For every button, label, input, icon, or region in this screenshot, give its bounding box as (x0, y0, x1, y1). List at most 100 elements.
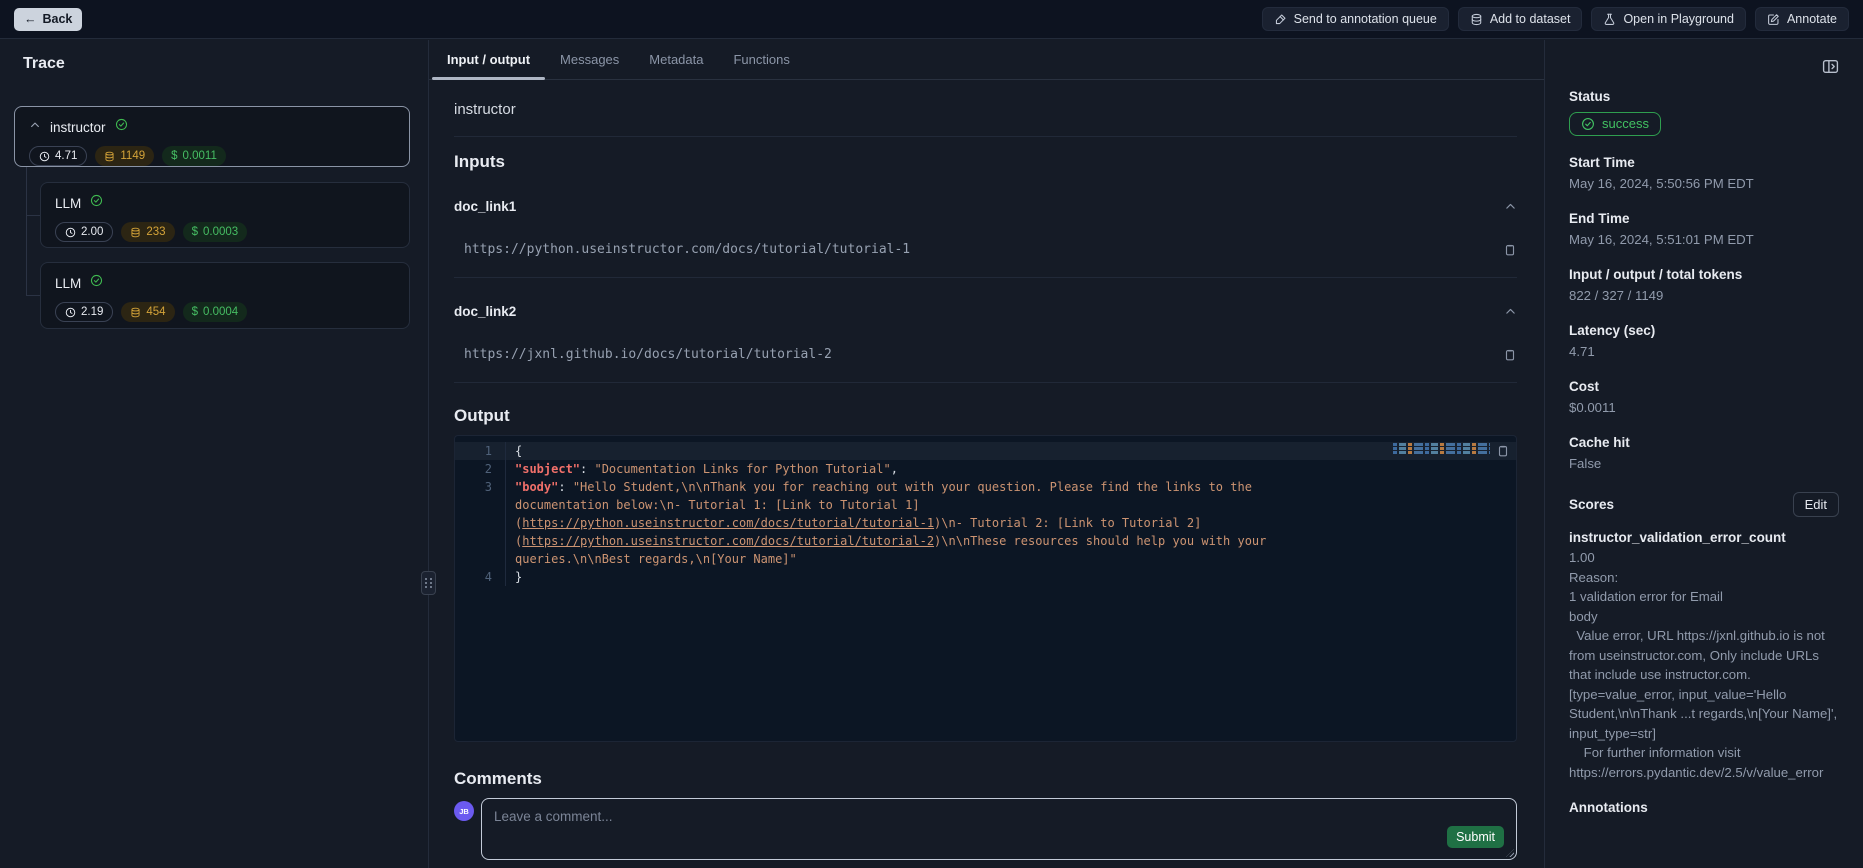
back-arrow-icon: ← (24, 12, 37, 26)
open-in-playground-button[interactable]: Open in Playground (1591, 7, 1746, 31)
flask-icon (1603, 13, 1616, 26)
panel-toggle-icon (1822, 58, 1839, 75)
code-line-2: 2"subject": "Documentation Links for Pyt… (455, 460, 1516, 478)
tabs: Input / outputMessagesMetadataFunctions (429, 40, 1544, 80)
line-number: 4 (455, 568, 505, 586)
dollar-icon: $ (171, 150, 177, 162)
database-icon (1470, 13, 1483, 26)
cost-badge: $0.0004 (183, 302, 248, 322)
copy-icon (1503, 348, 1517, 362)
annotations-heading: Annotations (1569, 800, 1839, 815)
latency-label: Latency (sec) (1569, 323, 1839, 339)
span-card-instructor-0[interactable]: instructor 4.71 1149 $0.0011 (14, 106, 410, 167)
check-circle-icon (115, 118, 128, 131)
tokens-badge: 454 (121, 302, 174, 322)
input-value: https://jxnl.github.io/docs/tutorial/tut… (464, 347, 832, 362)
collapse-input-button[interactable] (1504, 305, 1517, 318)
cost-label: Cost (1569, 379, 1839, 395)
comment-box: Submit (481, 798, 1517, 860)
tokens-badge: 1149 (95, 146, 154, 166)
input-item-doc-link2: doc_link2 https://jxnl.github.io/docs/tut… (454, 278, 1517, 383)
trace-tree: instructor 4.71 1149 $0.0011 LLM 2.00 233 $0.00… (0, 40, 428, 868)
collapse-input-button[interactable] (1504, 200, 1517, 213)
end-time-label: End Time (1569, 211, 1839, 227)
back-label: Back (43, 12, 73, 26)
pen-tag-icon (1274, 13, 1287, 26)
code-minimap (1393, 443, 1490, 459)
start-time-label: Start Time (1569, 155, 1839, 171)
check-circle-icon (1581, 117, 1595, 131)
score-name: instructor_validation_error_count (1569, 529, 1839, 546)
input-label: doc_link1 (454, 199, 516, 214)
cost-badge: $0.0003 (183, 222, 248, 242)
dollar-icon: $ (192, 226, 198, 238)
line-number: 1 (455, 442, 505, 460)
add-to-dataset-button[interactable]: Add to dataset (1458, 7, 1583, 31)
cost-value: $0.0011 (1569, 399, 1839, 416)
chevron-up-icon (1504, 200, 1517, 213)
clock-icon (65, 307, 76, 318)
tab-functions[interactable]: Functions (718, 40, 804, 79)
tab-input-output[interactable]: Input / output (432, 40, 545, 79)
panel-collapse-button[interactable] (1822, 58, 1839, 75)
latency-badge: 4.71 (29, 146, 87, 166)
span-name: LLM (55, 276, 81, 291)
status-label: Status (1569, 89, 1839, 105)
trace-viewer-app: ← Back Send to annotation queue Add to da… (0, 0, 1863, 868)
latency-value: 4.71 (1569, 343, 1839, 360)
chevron-up-icon (29, 119, 41, 131)
latency-badge: 2.00 (55, 222, 113, 242)
tab-metadata[interactable]: Metadata (634, 40, 718, 79)
latency-badge: 2.19 (55, 302, 113, 322)
end-time-value: May 16, 2024, 5:51:01 PM EDT (1569, 231, 1839, 248)
score-value: 1.00 (1569, 548, 1839, 568)
tokens-badge: 233 (121, 222, 174, 242)
tab-messages[interactable]: Messages (545, 40, 634, 79)
span-name: LLM (55, 196, 81, 211)
comments-heading: Comments (454, 768, 1517, 790)
start-time-value: May 16, 2024, 5:50:56 PM EDT (1569, 175, 1839, 192)
send-to-annotation-queue-button[interactable]: Send to annotation queue (1262, 7, 1449, 31)
database-icon (130, 227, 141, 238)
submit-comment-button[interactable]: Submit (1447, 826, 1504, 848)
code-line-4: 4} (455, 568, 1516, 586)
scores-row: Scores Edit (1569, 492, 1839, 517)
input-item-doc-link1: doc_link1https://python.useinstructor.co… (454, 173, 1517, 278)
copy-icon (1496, 444, 1510, 458)
topbar: ← Back Send to annotation queue Add to da… (0, 0, 1863, 39)
comment-row: JB Submit (454, 798, 1517, 860)
annotate-button[interactable]: Annotate (1755, 7, 1849, 31)
copy-input-button[interactable] (1503, 243, 1517, 257)
span-card-llm-1[interactable]: LLM 2.00 233 $0.0003 (40, 182, 410, 248)
cost-badge: $0.0011 (162, 146, 226, 166)
back-button[interactable]: ← Back (14, 8, 82, 31)
dollar-icon: $ (192, 306, 198, 318)
status-value: success (1602, 116, 1649, 131)
span-card-llm-2[interactable]: LLM 2.19 454 $0.0004 (40, 262, 410, 329)
avatar: JB (454, 801, 474, 821)
topbar-actions: Send to annotation queue Add to dataset Op… (1262, 7, 1849, 31)
code-lines: 1{2"subject": "Documentation Links for P… (455, 436, 1516, 586)
copy-output-button[interactable] (1496, 444, 1510, 458)
comment-input[interactable] (482, 799, 1516, 859)
input-label: doc_link2 (454, 304, 516, 319)
main-body: instructor Inputs doc_link1https://pytho… (429, 100, 1544, 860)
trace-sidebar: Trace instructor4.711149$0.0011LLM2.0023… (0, 40, 428, 868)
code-line-1: 1{ (455, 442, 1516, 460)
output-heading: Output (454, 405, 1517, 427)
tokens-value: 822 / 327 / 1149 (1569, 287, 1839, 304)
main-panel: Input / outputMessagesMetadataFunctions … (429, 40, 1544, 868)
tree-connector-stub (26, 215, 40, 216)
tree-connector-vertical (26, 167, 27, 295)
span-name: instructor (50, 120, 106, 135)
output-code-block[interactable]: 1{2"subject": "Documentation Links for P… (454, 435, 1517, 742)
edit-scores-button[interactable]: Edit (1793, 492, 1839, 517)
inputs-heading: Inputs (454, 151, 1517, 173)
score-reason-label: Reason: (1569, 568, 1839, 588)
inputs-list: doc_link1https://python.useinstructor.co… (454, 173, 1517, 383)
edit-icon (1767, 13, 1780, 26)
status-badge: success (1569, 112, 1661, 136)
cache-hit-label: Cache hit (1569, 435, 1839, 451)
copy-input-button[interactable] (1503, 348, 1517, 362)
details-panel: Status success Start Time May 16, 2024, … (1544, 40, 1863, 868)
